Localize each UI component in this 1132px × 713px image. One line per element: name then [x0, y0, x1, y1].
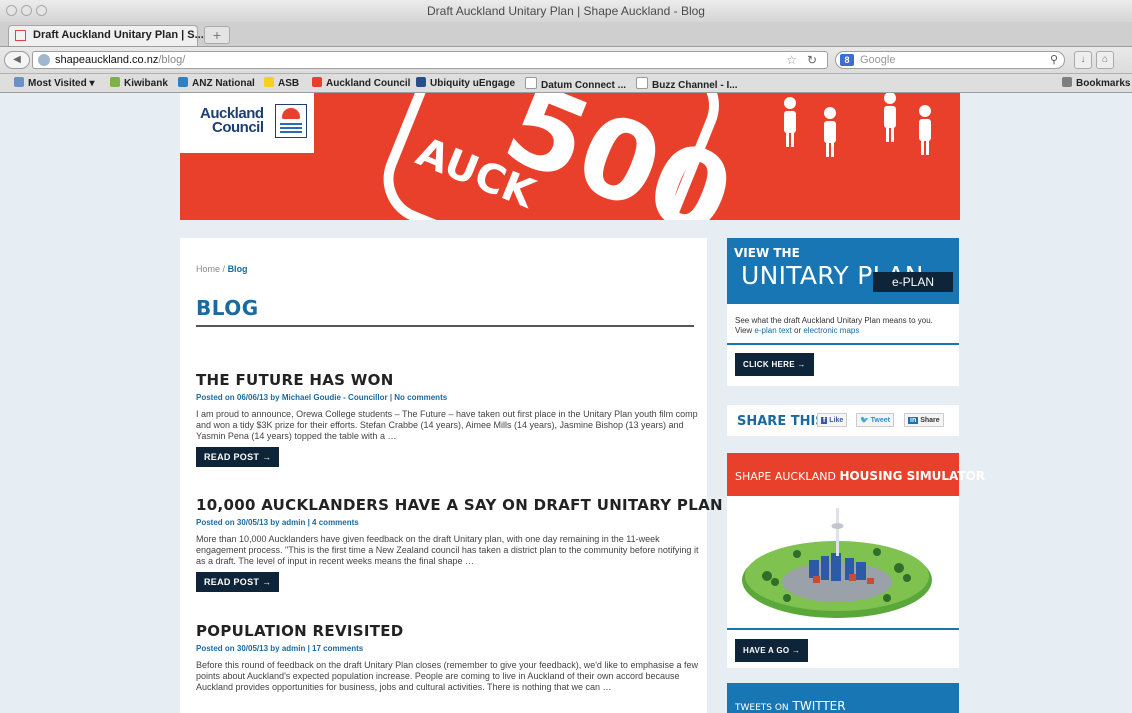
logo-line2: Council: [212, 119, 264, 136]
twitter-widget-title: TWEETS ON TWITTER: [735, 699, 846, 713]
kiwibank-icon: [110, 77, 120, 87]
download-icon[interactable]: ↓: [1074, 51, 1092, 69]
eplan-widget: VIEW THE UNITARY PLAN e-PLAN See what th…: [727, 238, 959, 386]
have-a-go-button[interactable]: HAVE A GO →: [735, 639, 809, 662]
bookmark-datum[interactable]: Datum Connect ...: [525, 77, 626, 91]
simulator-divider: [727, 628, 959, 630]
bookmark-auckland-council[interactable]: Auckland Council: [312, 77, 410, 89]
bookmarks-menu[interactable]: Bookmarks: [1062, 77, 1130, 89]
post-excerpt: Before this round of feedback on the dra…: [196, 660, 698, 692]
read-post-button[interactable]: READ POST →: [196, 572, 280, 592]
blog-post: 10,000 AUCKLANDERS HAVE A SAY ON DRAFT U…: [196, 496, 723, 592]
title-bar: Draft Auckland Unitary Plan | Shape Auck…: [0, 0, 1132, 23]
pohutukawa-logo-icon: [275, 104, 307, 138]
post-title[interactable]: POPULATION REVISITED: [196, 622, 706, 640]
tab-blog[interactable]: Draft Auckland Unitary Plan | S...: [8, 25, 204, 46]
anz-icon: [178, 77, 188, 87]
bookmark-most-visited[interactable]: Most Visited ▾: [14, 77, 95, 89]
electronic-maps-link[interactable]: electronic maps: [803, 326, 859, 335]
facebook-like-button[interactable]: f Like: [817, 413, 848, 427]
breadcrumb-current[interactable]: Blog: [228, 264, 248, 274]
post-meta[interactable]: Posted on 30/05/13 by admin | 4 comments: [196, 518, 706, 527]
title-divider: [196, 325, 694, 327]
eplan-banner[interactable]: VIEW THE UNITARY PLAN e-PLAN: [727, 238, 959, 304]
page-icon: [525, 77, 537, 89]
tweet-button[interactable]: 🐦 Tweet: [856, 413, 894, 427]
search-engine-icon[interactable]: 8: [840, 54, 854, 66]
site-favicon-icon: [15, 30, 26, 41]
breadcrumb: Home / Blog: [196, 264, 248, 274]
council-logo[interactable]: Auckland Council: [180, 93, 314, 153]
site-identity-icon[interactable]: [38, 54, 50, 66]
post-title[interactable]: THE FUTURE HAS WON: [196, 371, 706, 389]
simulator-title: SHAPE AUCKLAND HOUSING SIMULATOR: [735, 469, 986, 483]
bookmark-anz[interactable]: ANZ National: [178, 77, 255, 89]
eplan-description: See what the draft Auckland Unitary Plan…: [735, 316, 933, 335]
search-box[interactable]: 8 Google ⚲: [835, 51, 1065, 69]
tab-label: Draft Auckland Unitary Plan | S...: [33, 29, 204, 41]
linkedin-share-button[interactable]: in Share: [904, 413, 944, 427]
ubiquity-icon: [416, 77, 426, 87]
url-text: shapeauckland.co.nz/blog/: [55, 54, 186, 66]
bookmarks-bar: Most Visited ▾ Kiwibank ANZ National ASB…: [0, 74, 1132, 93]
eplan-text-link[interactable]: e-plan text: [754, 326, 791, 335]
breadcrumb-home[interactable]: Home: [196, 264, 220, 274]
page-icon: [636, 77, 648, 89]
post-meta[interactable]: Posted on 06/06/13 by Michael Goudie - C…: [196, 393, 706, 402]
blog-main-column: Home / Blog BLOG THE FUTURE HAS WON Post…: [180, 238, 723, 713]
search-placeholder: Google: [860, 54, 896, 66]
hero-banner: 500 AUCK Auckland Council: [180, 93, 960, 220]
window-title: Draft Auckland Unitary Plan | Shape Auck…: [427, 4, 705, 18]
bookmark-ubiquity[interactable]: Ubiquity uEngage: [416, 77, 515, 89]
back-button[interactable]: ◀: [4, 51, 30, 69]
read-post-button[interactable]: READ POST →: [196, 447, 280, 467]
share-title: SHARE THIS: [737, 414, 825, 429]
reload-icon[interactable]: ↻: [807, 53, 817, 67]
council-icon: [312, 77, 322, 87]
post-excerpt: I am proud to announce, Orewa College st…: [196, 409, 698, 441]
home-icon[interactable]: ⌂: [1096, 51, 1114, 69]
linkedin-icon: in: [908, 417, 919, 424]
eplan-view-label: VIEW THE: [734, 246, 800, 260]
post-excerpt: More than 10,000 Aucklanders have given …: [196, 534, 699, 566]
city-island-illustration[interactable]: [727, 498, 959, 628]
click-here-button[interactable]: CLICK HERE →: [735, 353, 814, 376]
navigation-bar: ◀ shapeauckland.co.nz/blog/ ☆ ↻ 8 Google…: [0, 47, 1132, 74]
facebook-icon: f: [821, 417, 828, 424]
search-icon[interactable]: ⚲: [1050, 53, 1058, 66]
folder-icon: [14, 77, 24, 87]
browser-window: Draft Auckland Unitary Plan | Shape Auck…: [0, 0, 1132, 713]
share-widget: SHARE THIS f Like 🐦 Tweet in Share: [727, 405, 959, 436]
twitter-widget: TWEETS ON TWITTER: [727, 683, 959, 713]
simulator-header[interactable]: SHAPE AUCKLAND HOUSING SIMULATOR: [727, 453, 985, 496]
page-viewport: 500 AUCK Auckland Council Home / Blog BL…: [0, 93, 1132, 713]
blog-post: POPULATION REVISITED Posted on 30/05/13 …: [196, 622, 706, 693]
bookmarks-icon: [1062, 77, 1072, 87]
asb-icon: [264, 77, 274, 87]
tab-strip: Draft Auckland Unitary Plan | S... +: [0, 22, 1132, 47]
address-bar[interactable]: shapeauckland.co.nz/blog/ ☆ ↻: [32, 51, 828, 69]
post-meta[interactable]: Posted on 30/05/13 by admin | 17 comment…: [196, 644, 706, 653]
post-title[interactable]: 10,000 AUCKLANDERS HAVE A SAY ON DRAFT U…: [196, 496, 723, 514]
bookmark-kiwibank[interactable]: Kiwibank: [110, 77, 168, 89]
blog-post: THE FUTURE HAS WON Posted on 06/06/13 by…: [196, 371, 706, 467]
bookmark-asb[interactable]: ASB: [264, 77, 299, 89]
eplan-tag: e-PLAN: [873, 272, 953, 292]
twitter-bird-icon: 🐦: [860, 417, 869, 424]
bookmark-buzz[interactable]: Buzz Channel - I...: [636, 77, 738, 91]
eplan-divider: [727, 343, 959, 345]
housing-simulator-widget: SHAPE AUCKLAND HOUSING SIMULATOR HAVE A …: [727, 453, 985, 668]
page-title: BLOG: [196, 296, 259, 320]
bookmark-star-icon[interactable]: ☆: [786, 53, 797, 67]
new-tab-button[interactable]: +: [204, 26, 230, 44]
